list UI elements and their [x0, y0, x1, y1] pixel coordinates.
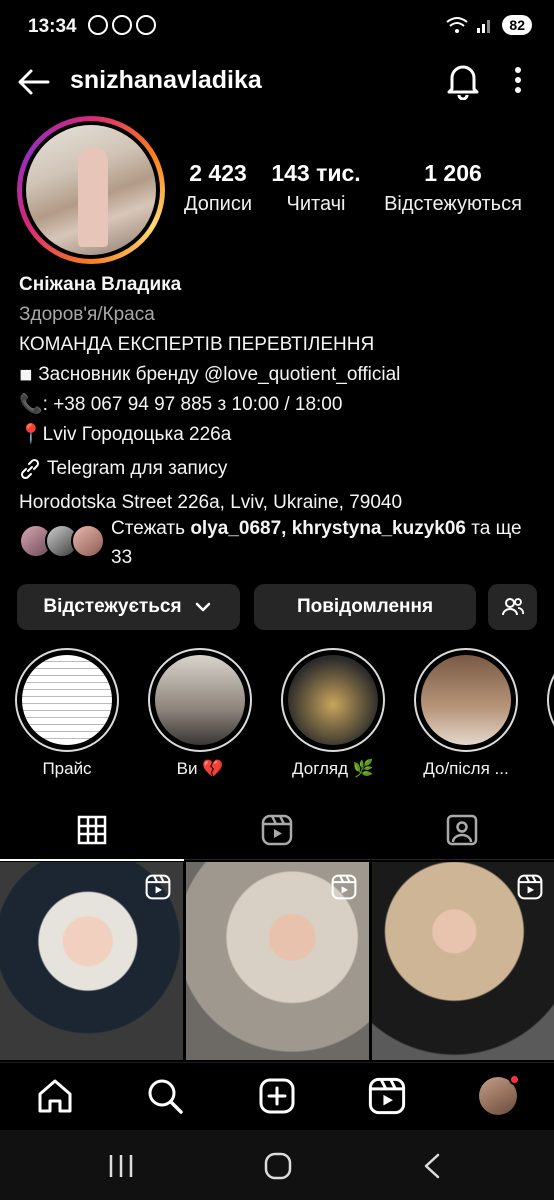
- highlight-label: Ви 💔: [176, 759, 224, 778]
- profile-bio: Сніжана Владика Здоров'я/Краса КОМАНДА Е…: [19, 270, 539, 518]
- highlight-label: Прайс: [42, 759, 92, 778]
- followers-count: 143 тис.: [271, 160, 361, 186]
- profile-category: Здоров'я/Краса: [19, 304, 155, 325]
- message-button-label: Повідомлення: [296, 596, 434, 617]
- highlight-item[interactable]: Догляд 🌿: [281, 648, 385, 779]
- highlight-label: До/після ...: [423, 759, 509, 778]
- profile-nav-avatar[interactable]: [479, 1074, 520, 1115]
- signal-icon: [477, 20, 491, 33]
- profile-username: snizhanavladika: [70, 66, 262, 94]
- back-button-icon[interactable]: [420, 1152, 444, 1180]
- bio-line: ◾ Засновник бренду @love_quotient_offici…: [19, 364, 401, 385]
- bio-link[interactable]: Telegram для запису: [19, 454, 539, 484]
- search-icon[interactable]: [146, 1077, 184, 1115]
- following-button-label: Відстежується: [43, 596, 182, 617]
- highlight-cover: [22, 655, 112, 745]
- notification-bell-icon[interactable]: [446, 62, 480, 100]
- notification-dot: [509, 1074, 520, 1085]
- reels-nav-icon[interactable]: [368, 1077, 406, 1115]
- tagged-icon: [446, 814, 478, 846]
- stat-posts[interactable]: 2 423 Дописи: [176, 160, 260, 216]
- bio-line: 📞: +38 067 94 97 885 з 10:00 / 18:00: [19, 394, 343, 415]
- followed-by-prefix: Стежать: [111, 518, 186, 539]
- posts-label: Дописи: [183, 193, 253, 215]
- tab-reels[interactable]: [185, 800, 369, 860]
- home-icon[interactable]: [36, 1077, 74, 1115]
- more-options-icon[interactable]: [506, 66, 530, 96]
- profile-actions: Відстежується Повідомлення: [17, 584, 537, 630]
- add-person-icon: [501, 598, 524, 616]
- grid-icon: [77, 815, 107, 845]
- highlight-cover: [155, 655, 245, 745]
- link-icon: [20, 458, 40, 480]
- followed-by[interactable]: Стежать olya_0687, khrystyna_kuzyk06 та …: [19, 514, 539, 574]
- highlight-item[interactable]: Ви 💔: [148, 648, 252, 779]
- wifi-icon: [446, 17, 469, 33]
- profile-tabs: [0, 800, 554, 861]
- notification-icons: [88, 15, 156, 35]
- story-highlights: Прайс Ви 💔 Догляд 🌿 До/після ... С: [0, 648, 554, 788]
- profile-name: Сніжана Владика: [19, 274, 182, 295]
- followed-by-text: Стежать olya_0687, khrystyna_kuzyk06 та …: [111, 514, 541, 572]
- avatar-photo: [26, 125, 156, 255]
- profile-header: snizhanavladika: [0, 56, 554, 106]
- highlight-cover: [421, 655, 511, 745]
- status-right: 82: [446, 15, 532, 35]
- bio-line: КОМАНДА ЕКСПЕРТІВ ПЕРЕВТІЛЕННЯ: [19, 334, 375, 355]
- posts-grid: [0, 862, 554, 1062]
- system-navigation: [0, 1130, 554, 1200]
- bio-link-text[interactable]: Telegram для запису: [47, 454, 227, 484]
- recent-apps-icon[interactable]: [108, 1152, 134, 1180]
- following-button[interactable]: Відстежується: [17, 584, 240, 630]
- suggested-users-button[interactable]: [488, 584, 537, 630]
- tab-tagged[interactable]: [370, 800, 554, 860]
- bottom-navigation: [0, 1062, 554, 1130]
- reel-icon: [331, 874, 357, 900]
- highlight-label: С: [547, 759, 554, 779]
- highlight-item[interactable]: С: [547, 648, 554, 779]
- stat-following[interactable]: 1 206 Відстежуються: [372, 160, 534, 216]
- bio-line: 📍Lviv Городоцька 226а: [19, 424, 232, 445]
- stat-followers[interactable]: 143 тис. Читачі: [266, 160, 366, 216]
- status-time: 13:34: [28, 16, 77, 37]
- follower-avatar: [71, 524, 105, 558]
- highlight-label: Догляд 🌿: [292, 759, 374, 778]
- followers-label: Читачі: [286, 193, 346, 215]
- highlight-cover: [288, 655, 378, 745]
- back-arrow-icon[interactable]: [16, 64, 52, 100]
- highlight-item[interactable]: Прайс: [15, 648, 119, 779]
- viber-icon: [88, 15, 108, 35]
- grid-post[interactable]: [0, 862, 183, 1060]
- posts-count: 2 423: [189, 160, 247, 186]
- following-count: 1 206: [424, 160, 482, 186]
- grid-post[interactable]: [372, 862, 554, 1060]
- chat-icon: [112, 15, 132, 35]
- profile-avatar[interactable]: [17, 116, 165, 264]
- message-button[interactable]: Повідомлення: [254, 584, 476, 630]
- chevron-down-icon: [195, 602, 210, 612]
- highlight-item[interactable]: До/після ...: [414, 648, 518, 779]
- following-label: Відстежуються: [384, 193, 522, 215]
- followed-by-users: olya_0687, khrystyna_kuzyk06: [190, 518, 466, 539]
- reel-icon: [517, 874, 543, 900]
- tab-posts-grid[interactable]: [0, 800, 184, 861]
- battery-icon: 82: [502, 15, 532, 35]
- viber-icon: [136, 15, 156, 35]
- create-post-icon[interactable]: [258, 1077, 296, 1115]
- reel-icon: [145, 874, 171, 900]
- reels-icon: [261, 814, 293, 846]
- status-bar: 13:34 82: [0, 0, 554, 56]
- home-button-icon[interactable]: [264, 1152, 292, 1180]
- grid-post[interactable]: [186, 862, 369, 1060]
